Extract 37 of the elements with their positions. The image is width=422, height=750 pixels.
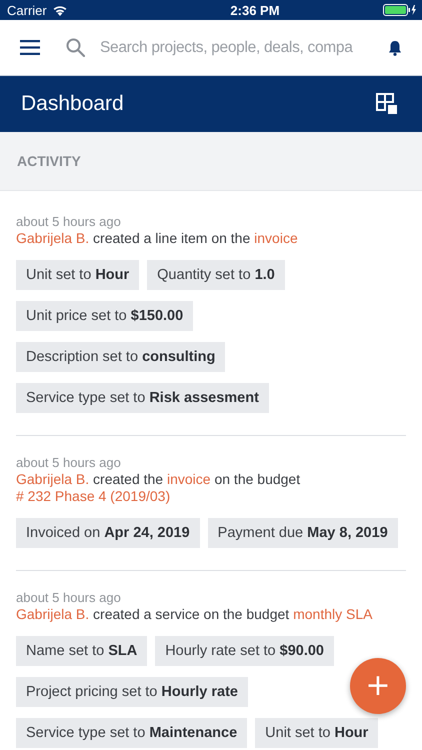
dashboard-grid-icon[interactable] <box>376 93 398 115</box>
carrier-name: Carrier <box>7 2 47 18</box>
change-tag: Unit set to Hour <box>16 260 140 290</box>
change-tag: Invoiced on Apr 24, 2019 <box>16 518 200 548</box>
menu-icon[interactable] <box>20 40 40 55</box>
change-tag: Description set to consulting <box>16 342 226 372</box>
link[interactable]: # 232 Phase 4 (2019/03) <box>16 488 170 504</box>
section-heading: ACTIVITY <box>17 153 81 169</box>
timestamp: about 5 hours ago <box>16 590 122 606</box>
change-tag: Project pricing set to Hourly rate <box>16 677 248 707</box>
page-title: Dashboard <box>21 92 124 116</box>
link[interactable]: Gabrijela B. <box>16 230 90 246</box>
timestamp: about 5 hours ago <box>16 214 122 230</box>
change-tag: Service type set to Risk assesment <box>16 383 269 413</box>
change-tag: Hourly rate set to $90.00 <box>155 636 334 666</box>
change-tag: Service type set to Maintenance <box>16 718 248 748</box>
battery-icon <box>382 4 417 16</box>
link[interactable]: Gabrijela B. <box>16 471 90 487</box>
link[interactable]: invoice <box>254 230 298 246</box>
link[interactable]: Gabrijela B. <box>16 606 90 622</box>
activity-text: Gabrijela B. created a service on the budget monthly SLA <box>16 606 374 623</box>
change-tag: Name set to SLA <box>16 636 148 666</box>
status-time: 2:36 PM <box>230 2 280 18</box>
search-field[interactable]: Search projects, people, deals, compa <box>66 38 376 57</box>
add-button[interactable]: + <box>350 658 406 714</box>
activity-text: Gabrijela B. created the invoice on the budget # 232 Phase 4 (2019/03) <box>16 471 302 505</box>
change-tag: Unit set to Hour <box>255 718 378 748</box>
change-tag: Payment due May 8, 2019 <box>208 518 398 548</box>
link[interactable]: monthly SLA <box>293 606 372 622</box>
search-icon <box>66 38 85 57</box>
activity-text: Gabrijela B. created a line item on the invoice <box>16 230 299 247</box>
change-tag: Quantity set to 1.0 <box>147 260 285 290</box>
change-tag: Unit price set to $150.00 <box>16 301 194 331</box>
wifi-icon <box>52 4 68 16</box>
link[interactable]: invoice <box>166 471 211 487</box>
bell-icon[interactable] <box>388 40 402 56</box>
timestamp: about 5 hours ago <box>16 455 122 471</box>
